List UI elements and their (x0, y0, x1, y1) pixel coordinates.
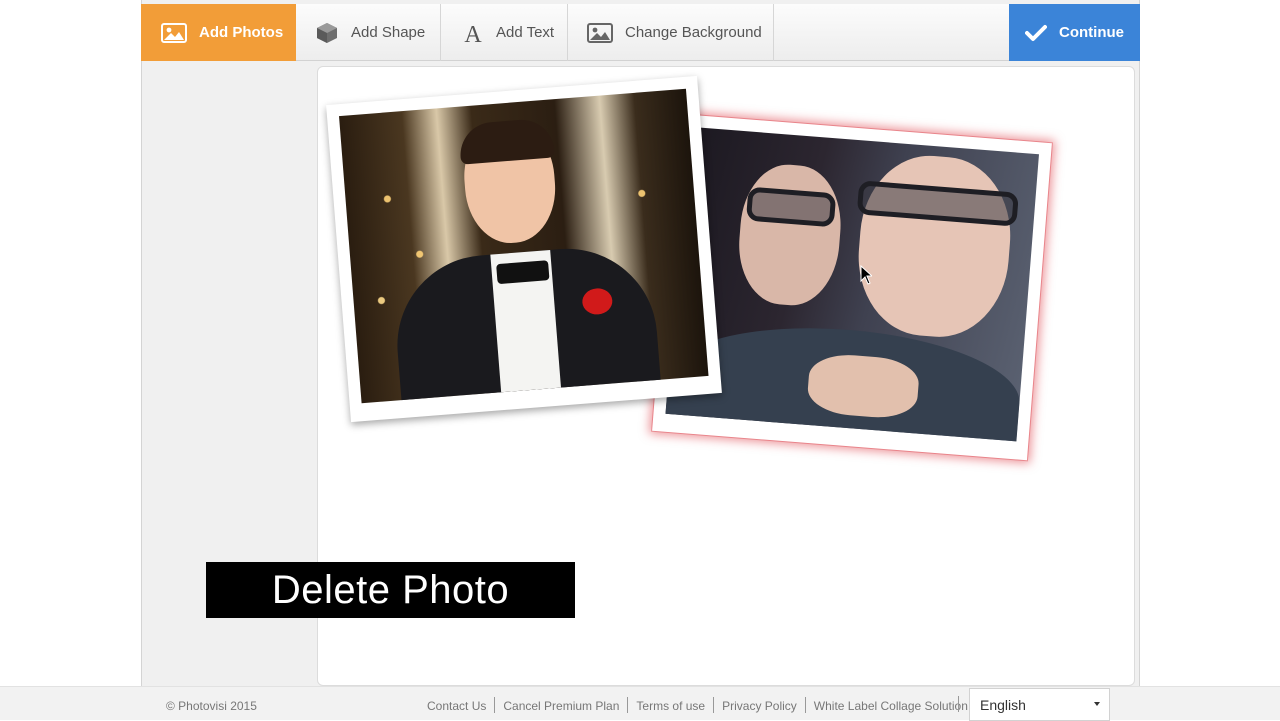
language-value: English (980, 697, 1026, 713)
cancel-premium-plan-link[interactable]: Cancel Premium Plan (495, 699, 627, 713)
photo-image (665, 126, 1039, 442)
checkmark-icon (1025, 24, 1047, 42)
letter-a-icon: A (462, 21, 484, 45)
continue-label: Continue (1059, 24, 1124, 41)
caption-overlay: Delete Photo (206, 562, 575, 618)
continue-button[interactable]: Continue (1009, 4, 1140, 61)
mouse-cursor-icon (860, 264, 874, 290)
image-icon (161, 22, 187, 43)
change-background-button[interactable]: Change Background (568, 4, 774, 61)
chevron-down-icon (1094, 702, 1100, 706)
add-shape-button[interactable]: Add Shape (296, 4, 441, 61)
toolbar: Add Photos Add Shape A Add Text Change B… (141, 4, 1140, 61)
privacy-policy-link[interactable]: Privacy Policy (714, 699, 805, 713)
footer: © Photovisi 2015 Contact Us Cancel Premi… (0, 686, 1280, 721)
add-shape-label: Add Shape (351, 24, 426, 41)
copyright-text: © Photovisi 2015 (166, 699, 257, 713)
add-text-button[interactable]: A Add Text (441, 4, 568, 61)
white-label-collage-solution-link[interactable]: White Label Collage Solution (806, 699, 976, 713)
contact-us-link[interactable]: Contact Us (419, 699, 494, 713)
add-photos-button[interactable]: Add Photos (141, 4, 296, 61)
background-image-icon (587, 22, 613, 43)
footer-links: Contact Us Cancel Premium Plan Terms of … (419, 697, 976, 713)
add-text-label: Add Text (496, 24, 555, 41)
language-select[interactable]: English (969, 688, 1110, 721)
photo-image (339, 88, 709, 404)
add-photos-label: Add Photos (199, 24, 284, 41)
app-window: Add Photos Add Shape A Add Text Change B… (0, 0, 1280, 721)
cube-icon (315, 21, 339, 45)
terms-of-use-link[interactable]: Terms of use (628, 699, 713, 713)
change-background-label: Change Background (625, 24, 762, 41)
link-divider (958, 696, 959, 712)
svg-text:A: A (464, 22, 482, 45)
collage-photo[interactable] (326, 75, 722, 423)
